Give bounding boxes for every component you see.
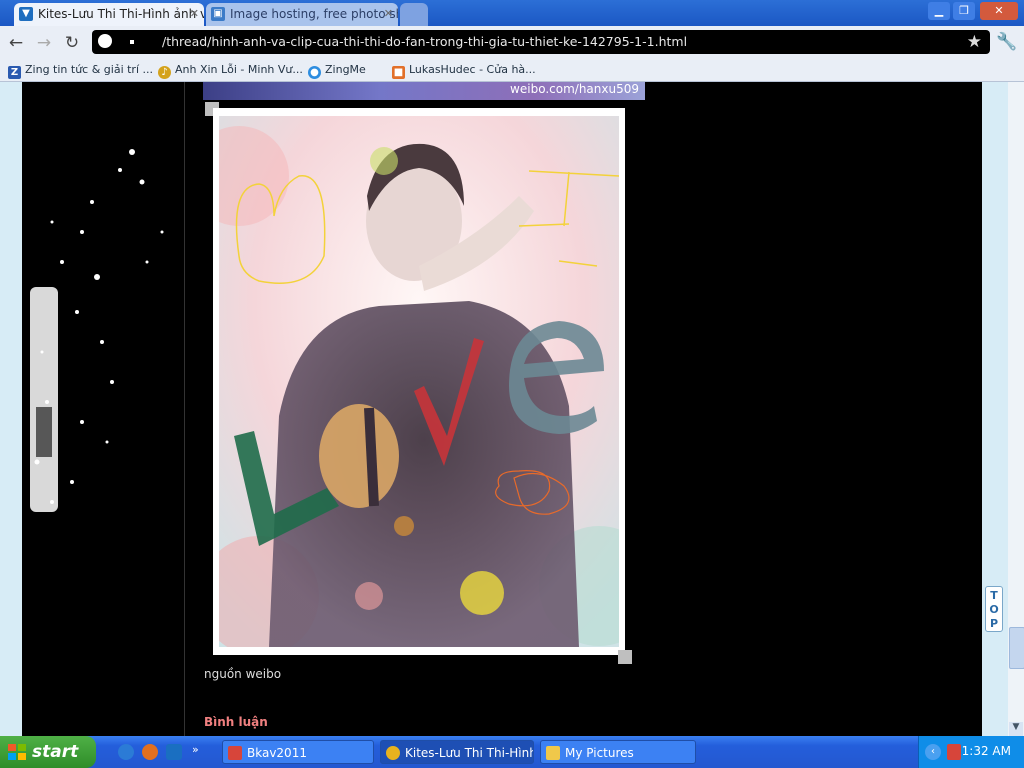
bookmark-zing[interactable]: Z Zing tin tức & giải trí ...	[8, 63, 153, 79]
tab-title: Image hosting, free photo sha	[230, 7, 398, 21]
chrome-icon	[386, 746, 400, 760]
internet-explorer-icon[interactable]	[118, 744, 134, 760]
windows-taskbar: start » Bkav2011 Kites-Lưu Thi Thi-Hình.…	[0, 736, 1024, 768]
new-tab-button[interactable]	[400, 3, 428, 26]
letter-o	[319, 404, 399, 508]
back-arrow-icon[interactable]: ←	[6, 33, 26, 53]
image-credit-text: weibo.com/hanxu509	[510, 82, 639, 96]
firefox-icon[interactable]	[142, 744, 158, 760]
top-button-label: TOP	[989, 589, 999, 630]
tab-title: Kites-Lưu Thi Thi-Hình ảnh và	[38, 7, 204, 21]
tray-expand-icon[interactable]: ‹	[925, 744, 941, 760]
start-label: start	[32, 742, 79, 762]
page-left-margin	[0, 82, 22, 736]
image-resize-handle[interactable]	[618, 650, 632, 664]
tab-close-icon[interactable]: ✕	[190, 7, 199, 20]
start-button[interactable]: start	[0, 736, 96, 768]
splatter-artwork	[30, 149, 164, 512]
page-globe-icon	[98, 34, 112, 48]
photo-caption: nguồn weibo	[204, 667, 282, 681]
page-right-margin	[982, 82, 1008, 736]
windows-flag-icon	[8, 744, 26, 760]
tab-image-hosting[interactable]: ▣ Image hosting, free photo sha ✕	[206, 3, 398, 26]
zing-z-icon: Z	[8, 66, 21, 79]
page-viewport: weibo.com/hanxu509 nguồn weibo Bình luận…	[0, 82, 1024, 736]
address-bar[interactable]: /thread/hinh-anh-va-clip-cua-thi-thi-do-…	[92, 30, 990, 54]
bookmark-star-icon[interactable]: ★	[967, 32, 982, 52]
wrench-menu-icon[interactable]: 🔧	[996, 32, 1017, 52]
address-text: /thread/hinh-anh-va-clip-cua-thi-thi-do-…	[162, 34, 688, 49]
folder-icon	[546, 746, 560, 760]
vertical-scrollbar[interactable]: ▼	[1008, 82, 1024, 736]
bookmark-lukashudec[interactable]: ■ LukasHudec - Cửa hà...	[392, 63, 536, 79]
task-chrome[interactable]: Kites-Lưu Thi Thi-Hình...	[380, 740, 534, 764]
task-my-pictures[interactable]: My Pictures	[540, 740, 696, 764]
left-artwork-panel	[22, 82, 185, 736]
system-tray: ‹ 1:32 AM	[918, 736, 1024, 768]
tab-close-icon[interactable]: ✕	[384, 7, 393, 20]
bookmark-zingme[interactable]: ● ZingMe	[308, 63, 366, 79]
maximize-button[interactable]: ❐	[953, 2, 975, 20]
forward-arrow-icon[interactable]: →	[34, 33, 54, 53]
scroll-to-top-button[interactable]: TOP	[985, 586, 1003, 632]
clock: 1:32 AM	[961, 744, 1011, 758]
love-photo	[219, 116, 619, 647]
show-desktop-icon[interactable]	[166, 744, 182, 760]
quicklaunch-chevron-icon[interactable]: »	[192, 743, 199, 756]
music-disc-icon: ♪	[158, 66, 171, 79]
bkav-tray-icon[interactable]	[947, 744, 961, 760]
url-dot-icon	[130, 40, 134, 44]
bookmarks-bar: Z Zing tin tức & giải trí ... ♪ Anh Xin Lỗ…	[0, 60, 1024, 82]
shop-cube-icon: ■	[392, 66, 405, 79]
reload-icon[interactable]: ↻	[62, 33, 82, 53]
bkav-shield-icon	[228, 746, 242, 760]
previous-image-strip: weibo.com/hanxu509	[203, 82, 645, 100]
bookmark-anh-xin-loi[interactable]: ♪ Anh Xin Lỗi - Minh Vư...	[158, 63, 303, 79]
scrollbar-thumb[interactable]	[1009, 627, 1024, 669]
task-bkav[interactable]: Bkav2011	[222, 740, 374, 764]
minimize-button[interactable]: ▁	[928, 2, 950, 20]
close-window-button[interactable]: ✕	[980, 2, 1018, 20]
browser-titlebar: ▼ Kites-Lưu Thi Thi-Hình ảnh và ✕ ▣ Imag…	[0, 0, 1024, 26]
kites-favicon-icon: ▼	[19, 7, 33, 21]
photo-frame	[213, 108, 625, 655]
photobucket-favicon-icon: ▣	[211, 7, 225, 21]
scroll-down-arrow-icon[interactable]: ▼	[1009, 722, 1023, 736]
tab-kites[interactable]: ▼ Kites-Lưu Thi Thi-Hình ảnh và ✕	[14, 3, 204, 26]
zingme-icon: ●	[308, 66, 321, 79]
comment-heading: Bình luận	[204, 715, 268, 729]
browser-toolbar: ← → ↻ /thread/hinh-anh-va-clip-cua-thi-t…	[0, 26, 1024, 60]
